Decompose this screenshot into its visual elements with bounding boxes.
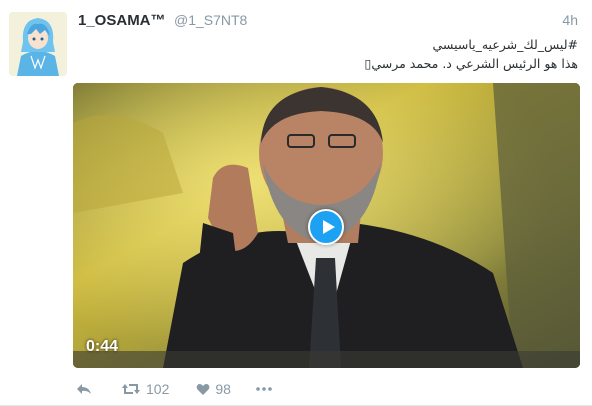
reply-icon [77, 384, 91, 394]
like-count: 98 [215, 381, 231, 397]
tweet-text-line: هذا هو الرئيس الشرعي د. محمد مرسي▯ [364, 56, 578, 71]
retweet-button[interactable]: 102 [121, 381, 169, 397]
tweet-header: 1_OSAMA™ @1_S7NT8 4h [78, 12, 580, 34]
retweet-icon [122, 384, 140, 394]
like-button[interactable]: 98 [196, 381, 231, 397]
heart-icon [196, 383, 210, 395]
more-icon [256, 387, 272, 391]
tweet-card[interactable]: 1_OSAMA™ @1_S7NT8 4h #ليس_لك_شرعيه_ياسيس… [0, 0, 592, 406]
play-button[interactable] [308, 209, 344, 245]
tweet-timestamp[interactable]: 4h [562, 12, 578, 28]
avatar-image [9, 12, 67, 76]
user-handle[interactable]: @1_S7NT8 [174, 12, 247, 28]
hashtag-link[interactable]: #ليس_لك_شرعيه_ياسيسي [78, 35, 579, 54]
video-duration: 0:44 [86, 338, 119, 355]
more-button[interactable] [256, 387, 272, 391]
tweet-text: #ليس_لك_شرعيه_ياسيسي هذا هو الرئيس الشرع… [78, 35, 578, 73]
reply-button[interactable] [76, 382, 96, 396]
retweet-count: 102 [146, 381, 170, 397]
display-name[interactable]: 1_OSAMA™ [78, 12, 166, 29]
tweet-actions: 102 98 [76, 378, 272, 400]
avatar[interactable] [9, 12, 67, 76]
